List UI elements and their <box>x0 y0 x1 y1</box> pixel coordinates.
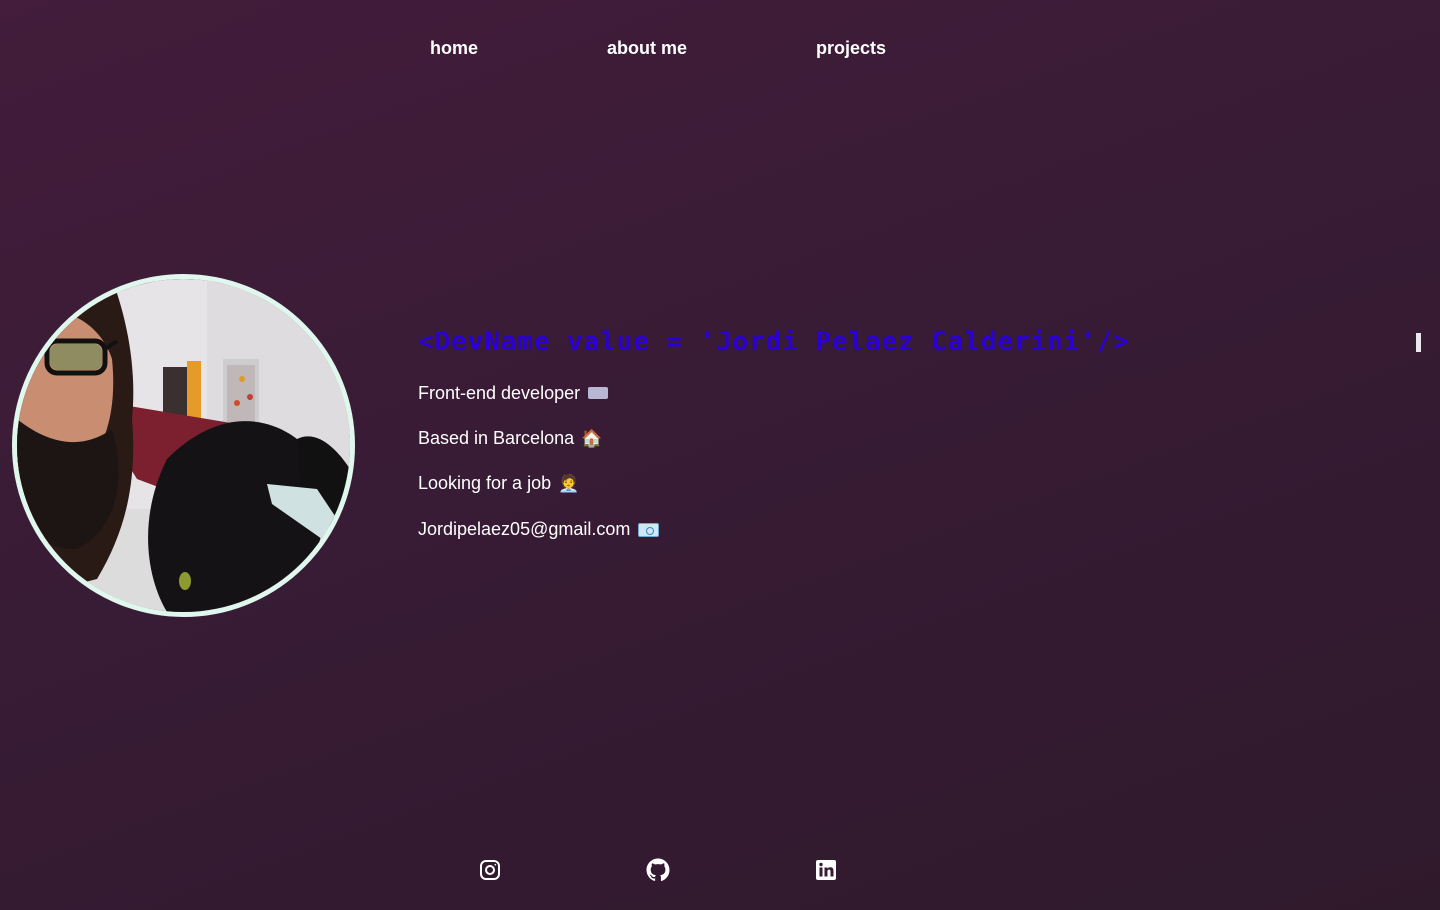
info-status-text: Looking for a job <box>418 473 552 493</box>
keyboard-icon <box>588 387 609 400</box>
github-icon[interactable] <box>646 858 670 882</box>
email-icon <box>638 523 660 538</box>
linkedin-icon[interactable] <box>814 858 838 882</box>
instagram-icon[interactable] <box>478 858 502 882</box>
info-role: Front-end developer <box>418 381 609 405</box>
info-location-text: Based in Barcelona <box>418 428 575 448</box>
nav-link-projects[interactable]: projects <box>816 36 886 60</box>
info-email: Jordipelaez05@gmail.com <box>418 517 660 541</box>
typing-cursor <box>1416 333 1421 352</box>
info-email-text[interactable]: Jordipelaez05@gmail.com <box>418 519 630 539</box>
info-location: Based in Barcelona 🏠 <box>418 426 602 451</box>
info-status: Looking for a job 🧑‍💼 <box>418 471 579 496</box>
nav-link-about-me[interactable]: about me <box>607 36 687 60</box>
dev-name-title: <DevName value = 'Jordi Pelaez Calderini… <box>418 327 1130 357</box>
house-icon: 🏠 <box>581 429 603 449</box>
main-nav: home about me projects <box>0 36 1440 62</box>
profile-photo <box>17 279 350 612</box>
office-worker-icon: 🧑‍💼 <box>558 474 580 494</box>
info-role-text: Front-end developer <box>418 383 581 403</box>
profile-avatar <box>12 274 355 617</box>
nav-link-home[interactable]: home <box>430 36 478 60</box>
